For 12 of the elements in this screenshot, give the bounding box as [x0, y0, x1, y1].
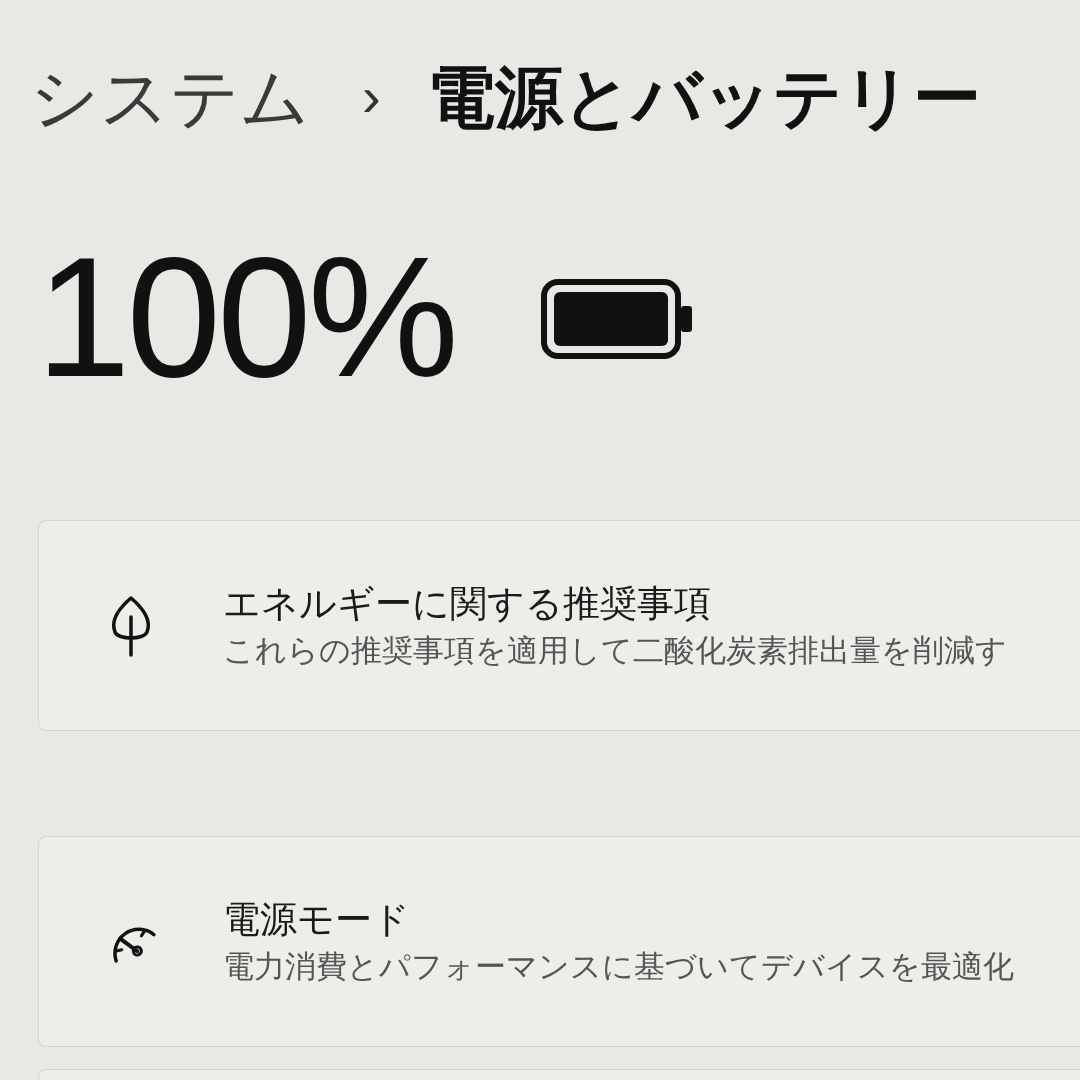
settings-card[interactable]: 電源モード 電力消費とパフォーマンスに基づいてデバイスを最適化: [38, 836, 1080, 1047]
card-title: エネルギーに関する推奨事項: [223, 581, 711, 626]
breadcrumb-separator: ›: [362, 69, 381, 125]
battery-icon: [540, 279, 693, 359]
breadcrumb-parent[interactable]: システム: [30, 63, 310, 131]
settings-card[interactable]: エネルギーに関する推奨事項 これらの推奨事項を適用して二酸化炭素排出量を削減す: [38, 520, 1080, 731]
card-description: これらの推奨事項を適用して二酸化炭素排出量を削減す: [223, 632, 1007, 670]
leaf-icon: [109, 594, 153, 657]
page-title: 電源とバッテリー: [426, 63, 981, 131]
battery-percentage: 100%: [36, 232, 455, 402]
card-title: 電源モード: [223, 897, 410, 942]
card-description: 電力消費とパフォーマンスに基づいてデバイスを最適化: [223, 948, 1014, 986]
